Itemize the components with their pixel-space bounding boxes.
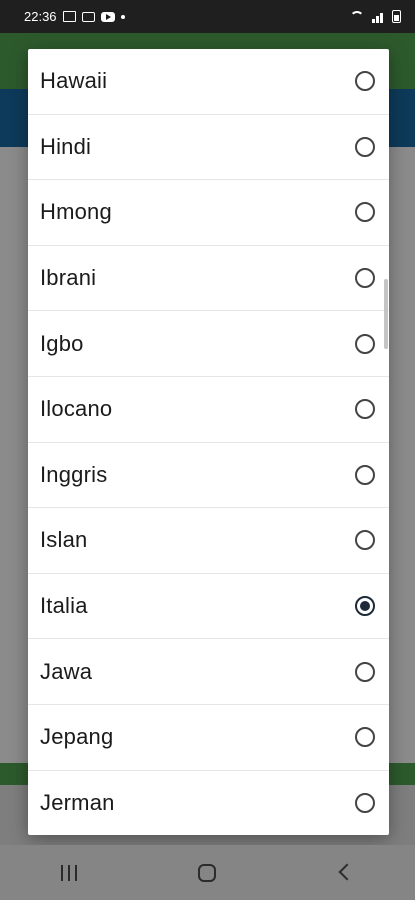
radio-unchecked-icon[interactable]	[355, 333, 375, 354]
language-option-label: Ibrani	[40, 265, 97, 291]
language-option-label: Italia	[40, 593, 88, 619]
language-option-label: Jepang	[40, 724, 114, 750]
status-right	[350, 10, 401, 23]
language-option[interactable]: Jepang	[28, 705, 389, 771]
language-option-label: Inggris	[40, 461, 108, 487]
language-option[interactable]: Igbo	[28, 311, 389, 377]
youtube-icon	[100, 11, 115, 22]
language-option-label: Hindi	[40, 133, 92, 159]
radio-unchecked-icon[interactable]	[355, 399, 375, 420]
navigation-bar	[0, 845, 415, 900]
language-option[interactable]: Hawaii	[28, 49, 389, 115]
language-option[interactable]: Jawa	[28, 639, 389, 705]
back-icon[interactable]	[326, 853, 366, 893]
radio-unchecked-icon[interactable]	[355, 661, 375, 682]
radio-unchecked-icon[interactable]	[355, 530, 375, 551]
language-option[interactable]: Ibrani	[28, 246, 389, 312]
battery-icon	[392, 10, 401, 23]
language-option-label: Hmong	[40, 199, 112, 225]
message-icon	[81, 11, 95, 22]
language-option-list: Hawaii Hindi Hmong Ibrani Igbo Ilocano Inggris…	[28, 49, 389, 835]
radio-unchecked-icon[interactable]	[355, 464, 375, 485]
language-option[interactable]: Hindi	[28, 115, 389, 181]
language-dialog: Hawaii Hindi Hmong Ibrani Igbo Ilocano Inggris…	[28, 49, 389, 835]
radio-unchecked-icon[interactable]	[355, 202, 375, 223]
language-option-label: Islan	[40, 527, 88, 553]
wifi-icon	[350, 10, 366, 23]
language-option[interactable]: Islan	[28, 508, 389, 574]
status-bar: 22:36	[0, 0, 415, 33]
radio-unchecked-icon[interactable]	[355, 268, 375, 289]
scrollbar[interactable]	[384, 279, 388, 349]
radio-unchecked-icon[interactable]	[355, 727, 375, 748]
language-option[interactable]: Italia	[28, 574, 389, 640]
status-time: 22:36	[24, 9, 57, 24]
language-option-label: Igbo	[40, 330, 84, 356]
radio-checked-icon[interactable]	[355, 596, 375, 617]
recents-icon[interactable]	[49, 853, 89, 893]
language-option[interactable]: Ilocano	[28, 377, 389, 443]
dot-icon	[120, 14, 125, 19]
status-left: 22:36	[24, 9, 125, 24]
language-option-label: Jerman	[40, 789, 115, 815]
radio-unchecked-icon[interactable]	[355, 792, 375, 813]
language-option[interactable]: Inggris	[28, 443, 389, 509]
language-option-label: Hawaii	[40, 68, 108, 94]
language-option-label: Ilocano	[40, 396, 113, 422]
language-option[interactable]: Jerman	[28, 771, 389, 835]
radio-unchecked-icon[interactable]	[355, 136, 375, 157]
home-icon[interactable]	[187, 853, 227, 893]
language-option-label: Jawa	[40, 658, 93, 684]
language-option[interactable]: Hmong	[28, 180, 389, 246]
image-icon	[62, 11, 76, 22]
signal-icon	[372, 11, 386, 23]
radio-unchecked-icon[interactable]	[355, 71, 375, 92]
